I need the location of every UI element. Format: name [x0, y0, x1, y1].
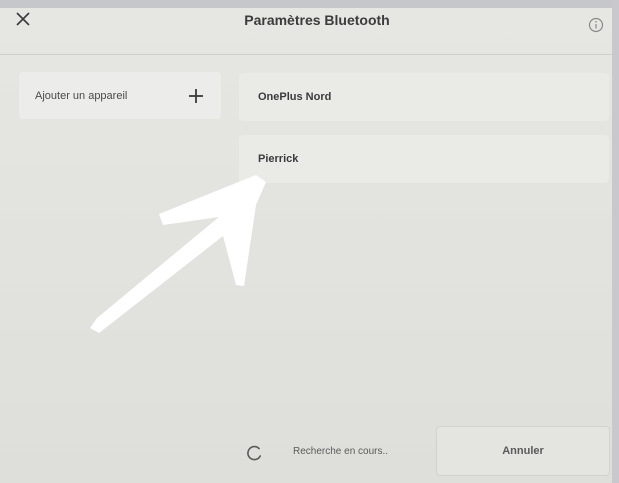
right-edge: [612, 0, 619, 483]
top-edge: [0, 0, 619, 8]
header-bar: Paramètres Bluetooth: [0, 8, 619, 55]
add-device-label: Ajouter un appareil: [35, 89, 128, 102]
device-item-oneplus-nord[interactable]: OnePlus Nord: [239, 73, 609, 121]
page-title: Paramètres Bluetooth: [244, 12, 390, 28]
search-status-text: Recherche en cours..: [293, 446, 389, 457]
add-device-button[interactable]: Ajouter un appareil: [19, 72, 221, 119]
plus-icon: [189, 88, 203, 103]
loading-spinner-icon: [247, 445, 261, 461]
bluetooth-settings-screen: Paramètres Bluetooth Ajouter un appareil…: [0, 0, 619, 483]
device-name: Pierrick: [258, 153, 299, 165]
info-button[interactable]: [587, 16, 605, 34]
info-icon: [588, 17, 604, 33]
device-name: OnePlus Nord: [258, 91, 332, 103]
device-item-pierrick[interactable]: Pierrick: [239, 135, 609, 183]
cancel-button[interactable]: Annuler: [436, 426, 610, 476]
